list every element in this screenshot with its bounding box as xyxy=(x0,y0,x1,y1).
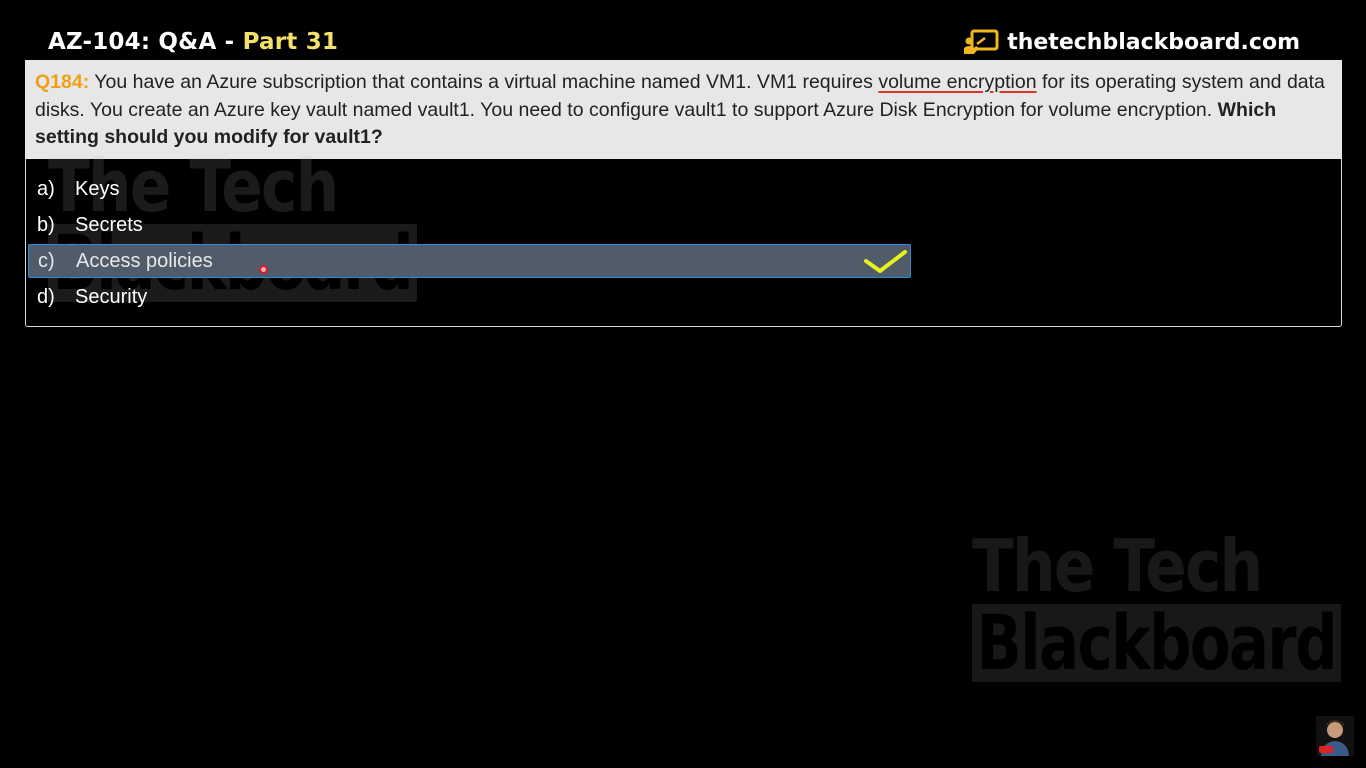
option-letter: b) xyxy=(37,213,55,236)
watermark-line2: Blackboard xyxy=(972,604,1341,682)
checkmark-icon xyxy=(864,249,908,281)
option-label: Keys xyxy=(75,177,120,200)
title-main: AZ-104: Q&A - xyxy=(48,29,243,55)
chalkboard-presenter-icon xyxy=(963,29,999,55)
option-letter: a) xyxy=(37,177,55,200)
brand-url[interactable]: thetechblackboard.com xyxy=(1007,30,1300,55)
video-title: AZ-104: Q&A - Part 31 xyxy=(48,29,338,55)
option-b[interactable]: b) Secrets xyxy=(28,208,143,242)
question-text-part1: You have an Azure subscription that cont… xyxy=(89,71,879,93)
question-box: Q184: You have an Azure subscription tha… xyxy=(25,60,1342,159)
question-number: Q184: xyxy=(35,71,90,93)
option-c-selected[interactable]: c) Access policies xyxy=(28,244,911,278)
option-label: Access policies xyxy=(76,249,213,272)
option-label: Secrets xyxy=(75,213,143,236)
option-d[interactable]: d) Security xyxy=(28,280,147,314)
question-highlight: volume encryption xyxy=(878,71,1037,93)
mouse-cursor-dot xyxy=(259,265,268,274)
option-a[interactable]: a) Keys xyxy=(28,172,119,206)
option-letter: c) xyxy=(38,249,55,272)
option-label: Security xyxy=(75,285,148,308)
watermark-line1: The Tech xyxy=(972,524,1263,608)
answer-list: a) Keys b) Secrets c) Access policies d)… xyxy=(25,159,1342,327)
header-bar: AZ-104: Q&A - Part 31 thetechblackboard.… xyxy=(48,24,1300,60)
presenter-avatar xyxy=(1316,716,1354,756)
watermark-right: The Tech Blackboard xyxy=(972,524,1341,708)
title-part: Part 31 xyxy=(242,29,339,55)
option-letter: d) xyxy=(37,285,55,308)
brand: thetechblackboard.com xyxy=(963,29,1300,55)
